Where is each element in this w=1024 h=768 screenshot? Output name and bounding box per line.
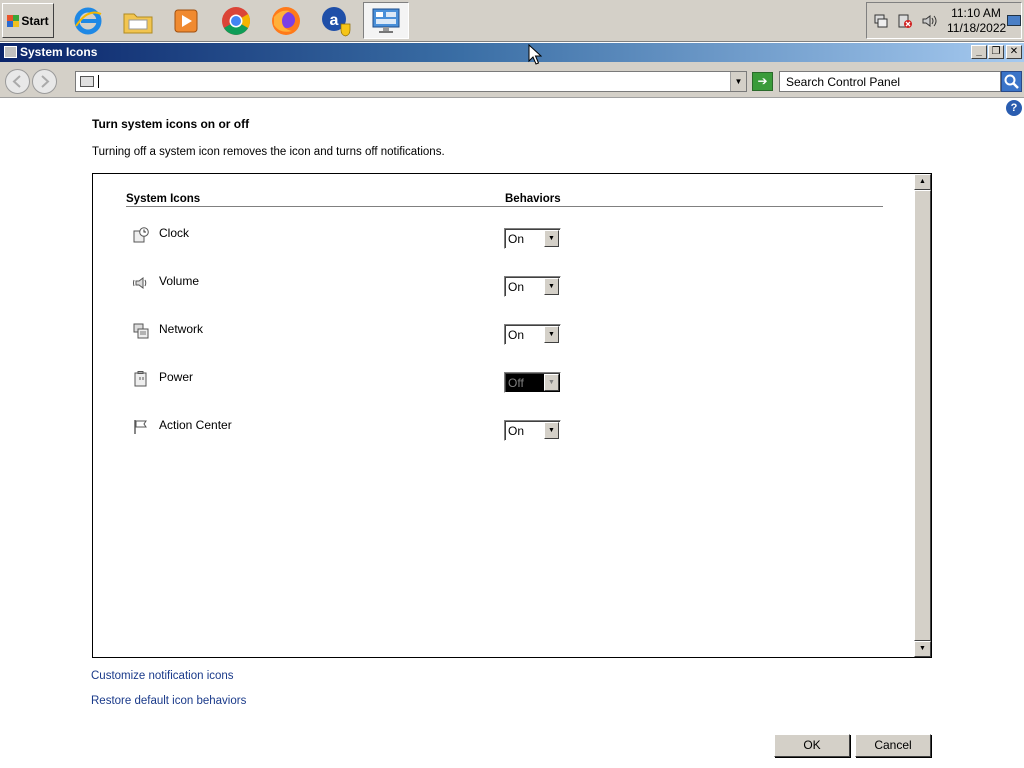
row-label-power: Power xyxy=(159,370,194,384)
volume-icon xyxy=(133,277,147,289)
search-input[interactable]: Search Control Panel xyxy=(779,71,1001,92)
clock-behavior-value: On xyxy=(508,232,525,246)
svg-text:a: a xyxy=(330,12,339,29)
back-button[interactable] xyxy=(5,69,30,94)
list-item-volume: Volume On ▼ xyxy=(93,273,913,303)
chevron-down-icon: ▼ xyxy=(544,374,559,391)
back-arrow-icon xyxy=(12,75,21,88)
window-title-bar[interactable]: System Icons _ ❐ ✕ xyxy=(0,43,1024,62)
mouse-pointer-icon xyxy=(528,44,542,65)
scroll-thumb[interactable] xyxy=(914,190,931,641)
ie-shield-icon: a xyxy=(322,6,351,36)
chevron-down-icon: ▼ xyxy=(544,326,559,343)
text-caret xyxy=(98,75,99,88)
taskbar-app-media-player[interactable] xyxy=(163,2,209,39)
page-heading: Turn system icons on or off xyxy=(92,117,250,131)
power-tray-icon[interactable] xyxy=(897,13,913,29)
search-placeholder: Search Control Panel xyxy=(786,75,901,89)
cancel-button[interactable]: Cancel xyxy=(855,734,931,757)
system-tray: 11:10 AM 11/18/2022 xyxy=(866,2,1022,39)
forward-arrow-icon xyxy=(41,75,50,88)
volume-behavior-select[interactable]: On ▼ xyxy=(504,276,561,297)
power-behavior-select: Off ▼ xyxy=(504,372,561,393)
network-icon xyxy=(133,323,149,339)
list-item-network: Network On ▼ xyxy=(93,321,913,351)
header-divider xyxy=(126,206,883,207)
row-label-action-center: Action Center xyxy=(159,418,232,432)
row-label-clock: Clock xyxy=(159,226,190,240)
minimize-button[interactable]: _ xyxy=(971,45,987,59)
tray-clock[interactable]: 11:10 AM 11/18/2022 xyxy=(947,6,1007,36)
taskbar: Start a 11:10 AM 11/18/2022 xyxy=(0,0,1024,42)
taskbar-app-internet-explorer[interactable] xyxy=(65,2,111,39)
start-label: Start xyxy=(21,13,49,28)
folder-icon xyxy=(123,13,153,33)
ok-button[interactable]: OK xyxy=(774,734,850,757)
search-icon xyxy=(1004,74,1019,89)
taskbar-app-file-explorer[interactable] xyxy=(115,2,161,39)
clock-behavior-select[interactable]: On ▼ xyxy=(504,228,561,249)
forward-button[interactable] xyxy=(32,69,57,94)
network-tray-icon[interactable] xyxy=(873,13,889,29)
page-description: Turning off a system icon removes the ic… xyxy=(92,146,445,158)
go-button[interactable]: ➔ xyxy=(752,72,773,91)
address-field[interactable]: ▼ xyxy=(75,71,747,92)
list-scrollbar[interactable]: ▲ ▼ xyxy=(914,174,931,657)
taskbar-app-chrome[interactable] xyxy=(213,2,259,39)
power-behavior-value: Off xyxy=(508,376,524,390)
chevron-down-icon: ▼ xyxy=(544,278,559,295)
column-header-behaviors: Behaviors xyxy=(505,193,561,205)
close-button[interactable]: ✕ xyxy=(1006,45,1022,59)
action-center-behavior-select[interactable]: On ▼ xyxy=(504,420,561,441)
row-label-volume: Volume xyxy=(159,274,200,288)
action-center-behavior-value: On xyxy=(508,424,525,438)
ie-icon xyxy=(74,7,102,34)
tray-date: 11/18/2022 xyxy=(947,21,1007,35)
address-dropdown-button[interactable]: ▼ xyxy=(730,72,746,91)
list-item-power: Power Off ▼ xyxy=(93,369,913,399)
firefox-icon xyxy=(272,6,300,35)
window-title: System Icons xyxy=(20,45,98,59)
restore-button[interactable]: ❐ xyxy=(988,45,1004,59)
column-header-system-icons: System Icons xyxy=(126,193,201,205)
tray-time: 11:10 AM xyxy=(951,6,1001,20)
scroll-down-button[interactable]: ▼ xyxy=(914,641,931,657)
address-toolbar: ▼ ➔ Search Control Panel xyxy=(0,62,1024,98)
restore-default-icon-behaviors-link[interactable]: Restore default icon behaviors xyxy=(91,695,246,707)
chrome-icon xyxy=(222,6,250,35)
list-item-clock: Clock On ▼ xyxy=(93,225,913,255)
volume-tray-icon[interactable] xyxy=(921,13,937,29)
search-button[interactable] xyxy=(1001,71,1022,92)
scroll-up-button[interactable]: ▲ xyxy=(914,174,931,190)
taskbar-app-firefox[interactable] xyxy=(263,2,309,39)
chevron-down-icon: ▼ xyxy=(544,230,559,247)
volume-behavior-value: On xyxy=(508,280,525,294)
row-label-network: Network xyxy=(159,322,204,336)
computer-icon xyxy=(80,76,94,87)
customize-notification-icons-link[interactable]: Customize notification icons xyxy=(91,670,234,682)
clock-icon xyxy=(133,227,149,243)
taskbar-app-control-panel[interactable] xyxy=(363,2,409,39)
list-item-action-center: Action Center On ▼ xyxy=(93,417,913,447)
taskbar-app-ie-update[interactable]: a xyxy=(313,2,359,39)
show-desktop-icon[interactable] xyxy=(1007,15,1021,26)
network-behavior-value: On xyxy=(508,328,525,342)
media-player-icon xyxy=(174,9,198,32)
start-button[interactable]: Start xyxy=(2,3,54,38)
power-icon xyxy=(134,371,147,387)
flag-icon xyxy=(134,420,147,434)
system-icons-list: System Icons Behaviors Clock On ▼ Volume… xyxy=(92,173,932,658)
chevron-down-icon: ▼ xyxy=(544,422,559,439)
windows-flag-icon xyxy=(7,14,20,27)
network-behavior-select[interactable]: On ▼ xyxy=(504,324,561,345)
window-app-icon xyxy=(4,46,17,58)
control-panel-icon xyxy=(372,8,400,33)
help-button[interactable]: ? xyxy=(1006,100,1022,116)
